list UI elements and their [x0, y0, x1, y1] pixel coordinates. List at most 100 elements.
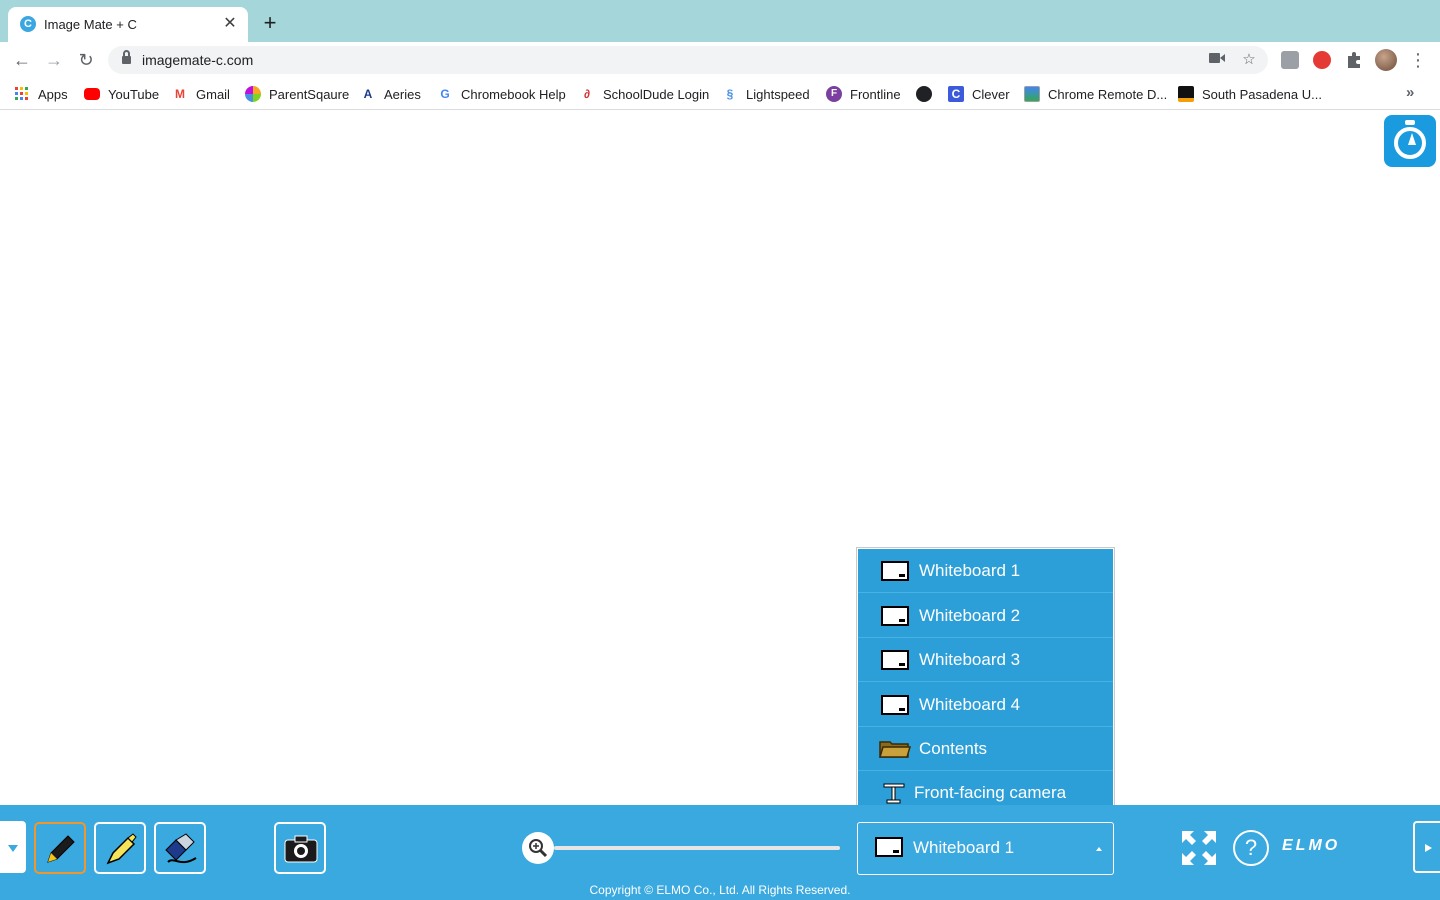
- imagemate-favicon-icon: C: [20, 16, 36, 32]
- whiteboard-icon: [881, 694, 909, 715]
- reload-button[interactable]: ↻: [74, 48, 98, 72]
- bookmark-star-icon[interactable]: ☆: [1240, 51, 1258, 69]
- menu-item-label: Whiteboard 3: [919, 649, 1021, 669]
- fullscreen-button[interactable]: [1180, 829, 1218, 867]
- highlighter-tool-button[interactable]: [94, 822, 146, 874]
- whiteboard-icon: [881, 605, 909, 626]
- bookmark-chromebook-help[interactable]: G Chromebook Help: [437, 85, 566, 103]
- menu-item-whiteboard-1[interactable]: Whiteboard 1: [858, 549, 1113, 593]
- bookmark-label: Chromebook Help: [461, 86, 566, 102]
- camera-icon: [284, 835, 318, 863]
- menu-item-label: Front-facing camera: [914, 783, 1067, 802]
- chrome-menu-icon[interactable]: ⋮: [1408, 48, 1428, 72]
- globe-icon: [916, 86, 932, 102]
- eraser-tool-button[interactable]: [154, 822, 206, 874]
- lock-icon[interactable]: [122, 50, 131, 65]
- highlighter-icon: [106, 833, 137, 865]
- bookmark-apps[interactable]: Apps: [14, 85, 68, 103]
- left-panel-toggle[interactable]: [0, 821, 26, 873]
- back-button[interactable]: ←: [10, 48, 34, 72]
- whiteboard-icon: [875, 837, 903, 857]
- new-tab-button[interactable]: +: [258, 12, 282, 36]
- bookmark-label: SchoolDude Login: [603, 86, 710, 102]
- bookmark-lightspeed[interactable]: § Lightspeed: [722, 85, 810, 103]
- bookmark-label: Apps: [38, 86, 68, 102]
- apps-grid-icon: [14, 86, 30, 102]
- capture-button[interactable]: [274, 822, 326, 874]
- google-icon: G: [440, 87, 450, 101]
- clever-icon: C: [948, 86, 964, 102]
- bookmark-chrome-remote[interactable]: Chrome Remote D...: [1024, 85, 1167, 103]
- bookmark-frontline[interactable]: F Frontline: [826, 85, 901, 103]
- bookmark-parentsquare[interactable]: ParentSqaure: [245, 85, 349, 103]
- tab-title: Image Mate + C: [44, 17, 137, 32]
- source-dropdown-menu: Whiteboard 1 Whiteboard 2 Whiteboard 3 W…: [857, 548, 1114, 820]
- bookmarks-bar: Apps YouTube M Gmail ParentSqaure A Aeri…: [0, 78, 1440, 110]
- whiteboard-icon: [881, 560, 909, 581]
- bookmark-globe[interactable]: [916, 85, 940, 103]
- bookmarks-overflow-icon[interactable]: »: [1406, 84, 1414, 101]
- youtube-icon: [84, 88, 100, 100]
- camera-in-use-icon[interactable]: [1208, 51, 1226, 69]
- eraser-icon: [165, 833, 197, 864]
- bookmark-gmail[interactable]: M Gmail: [172, 85, 230, 103]
- menu-item-label: Contents: [919, 738, 988, 758]
- bookmark-youtube[interactable]: YouTube: [84, 85, 159, 103]
- parentsquare-icon: [245, 86, 261, 102]
- bottom-toolbar: Whiteboard 1 ? ELMO Copyright © ELMO Co.…: [0, 805, 1440, 900]
- bookmark-label: Aeries: [384, 86, 421, 102]
- gmail-icon: M: [175, 87, 185, 101]
- fullscreen-icon: [1182, 831, 1216, 865]
- bookmark-label: Chrome Remote D...: [1048, 86, 1168, 102]
- menu-item-contents[interactable]: Contents: [858, 727, 1113, 771]
- folder-icon: [878, 739, 912, 759]
- whiteboard-icon: [881, 649, 909, 670]
- bookmark-label: Frontline: [850, 86, 901, 102]
- browser-tab[interactable]: C Image Mate + C ✕: [8, 7, 248, 42]
- bookmark-label: South Pasadena U...: [1202, 86, 1322, 102]
- extensions-puzzle-icon[interactable]: [1345, 51, 1363, 69]
- schooldude-icon: ∂: [584, 87, 590, 101]
- pen-icon: [47, 835, 75, 863]
- zoom-icon: [529, 839, 548, 858]
- bookmark-label: Clever: [972, 86, 1010, 102]
- aeries-icon: A: [363, 87, 373, 101]
- menu-item-whiteboard-4[interactable]: Whiteboard 4: [858, 683, 1113, 727]
- lightspeed-icon: §: [726, 87, 734, 101]
- browser-tab-strip: C Image Mate + C ✕ +: [0, 0, 1440, 42]
- extension-icon[interactable]: [1281, 51, 1299, 69]
- profile-avatar[interactable]: [1375, 49, 1397, 71]
- opera-extension-icon[interactable]: [1313, 51, 1331, 69]
- url-text[interactable]: imagemate-c.com: [142, 52, 253, 68]
- copyright-text: Copyright © ELMO Co., Ltd. All Rights Re…: [589, 883, 851, 897]
- zoom-slider-track[interactable]: [554, 846, 840, 850]
- frontline-icon: F: [826, 86, 842, 102]
- menu-item-whiteboard-2[interactable]: Whiteboard 2: [858, 594, 1113, 638]
- bookmark-label: YouTube: [108, 86, 160, 102]
- help-button[interactable]: ?: [1233, 830, 1269, 866]
- document-camera-icon: [882, 781, 906, 805]
- address-bar[interactable]: imagemate-c.com ☆: [108, 46, 1268, 74]
- stopwatch-icon: [1405, 120, 1415, 125]
- menu-item-label: Whiteboard 2: [919, 605, 1021, 625]
- bookmark-clever[interactable]: C Clever: [948, 85, 1010, 103]
- bookmark-aeries[interactable]: A Aeries: [360, 85, 421, 103]
- timer-button[interactable]: [1384, 115, 1436, 167]
- browser-toolbar: ← → ↻ imagemate-c.com ☆ ⋮: [0, 42, 1440, 78]
- bookmark-south-pasadena[interactable]: South Pasadena U...: [1178, 85, 1322, 103]
- menu-item-label: Whiteboard 4: [919, 694, 1021, 714]
- pen-tool-button[interactable]: [34, 822, 86, 874]
- tab-close-icon[interactable]: ✕: [220, 14, 240, 34]
- bookmark-schooldude[interactable]: ∂ SchoolDude Login: [579, 85, 709, 103]
- right-panel-toggle[interactable]: [1413, 821, 1440, 873]
- elmo-logo: ELMO: [1282, 837, 1341, 854]
- menu-item-whiteboard-3[interactable]: Whiteboard 3: [858, 638, 1113, 682]
- chrome-remote-icon: [1024, 86, 1040, 102]
- bookmark-label: Lightspeed: [746, 86, 810, 102]
- forward-button[interactable]: →: [42, 48, 66, 72]
- whiteboard-canvas[interactable]: Whiteboard 1 Whiteboard 2 Whiteboard 3 W…: [0, 111, 1440, 900]
- source-select[interactable]: Whiteboard 1: [857, 822, 1114, 875]
- zoom-slider-handle[interactable]: [522, 832, 554, 864]
- selected-source-label: Whiteboard 1: [913, 838, 1015, 857]
- bookmark-label: ParentSqaure: [269, 86, 350, 102]
